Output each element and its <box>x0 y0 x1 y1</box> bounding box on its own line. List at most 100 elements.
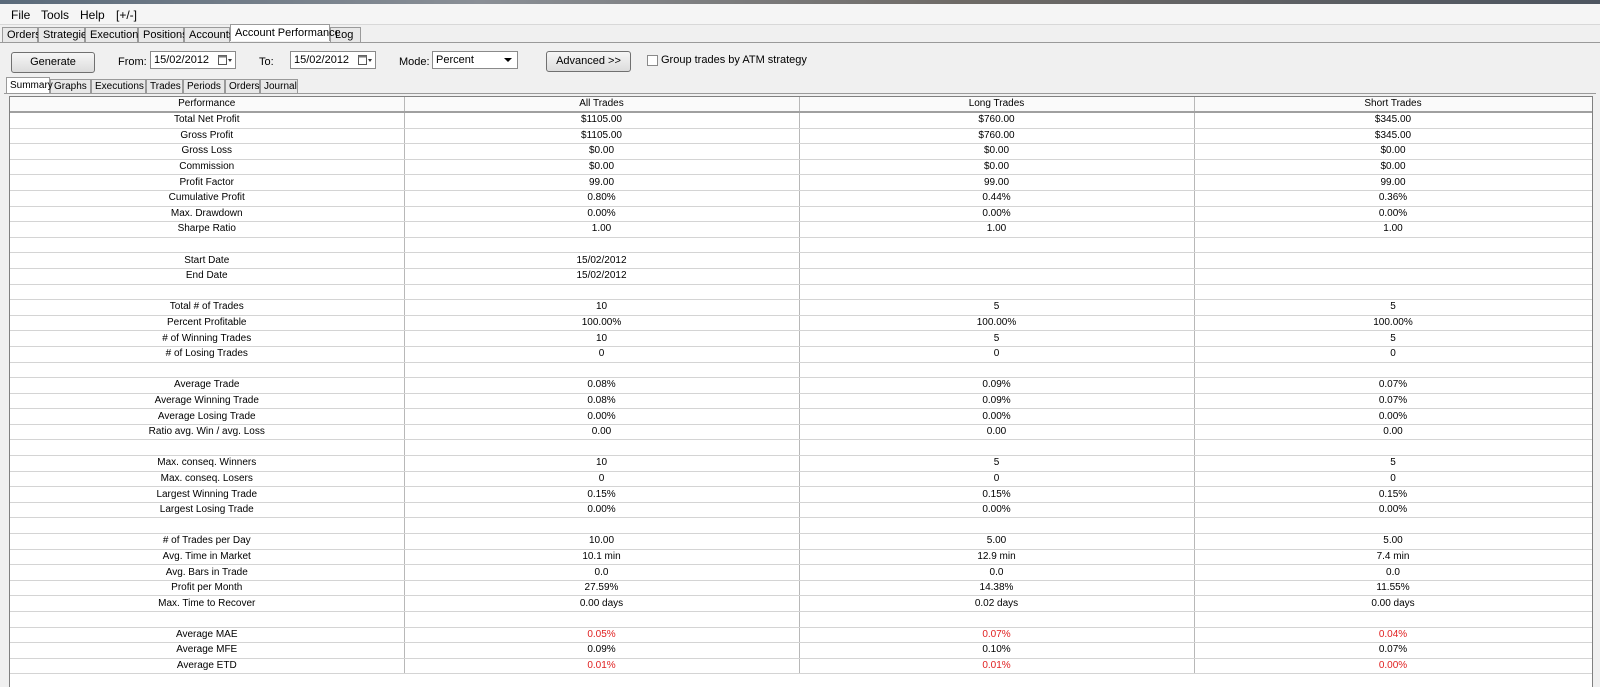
column-header-long-trades[interactable]: Long Trades <box>799 97 1195 113</box>
tab-trades[interactable]: Trades <box>146 79 183 93</box>
tab-periods[interactable]: Periods <box>183 79 225 93</box>
group-trades-checkbox[interactable] <box>647 55 658 66</box>
mode-select[interactable]: Percent <box>432 51 518 69</box>
tab-account-performance[interactable]: Account Performance <box>230 24 341 41</box>
table-row[interactable]: Max. conseq. Winners 10 5 5 <box>10 455 1592 472</box>
tab-accounts[interactable]: Accounts <box>184 27 234 42</box>
tab-executions[interactable]: Executions <box>85 27 144 42</box>
table-row[interactable]: # of Winning Trades 10 5 5 <box>10 330 1592 347</box>
short-trades-cell: 99.00 <box>1194 174 1592 191</box>
long-trades-cell: 5 <box>799 330 1195 347</box>
all-trades-cell: 27.59% <box>404 580 800 597</box>
calendar-dropdown-icon[interactable] <box>218 54 232 66</box>
long-trades-cell: 0.0 <box>799 564 1195 581</box>
tab-graphs[interactable]: Graphs <box>50 79 91 93</box>
table-spacer-row[interactable] <box>10 517 1592 535</box>
table-row[interactable]: Largest Losing Trade 0.00% 0.00% 0.00% <box>10 502 1592 519</box>
short-trades-cell: 0.00% <box>1194 408 1592 425</box>
all-trades-cell: 0.0 <box>404 564 800 581</box>
table-spacer-row[interactable] <box>10 284 1592 301</box>
metric-name-cell <box>10 284 405 301</box>
tab-journal[interactable]: Journal <box>260 79 298 93</box>
table-row[interactable]: Ratio avg. Win / avg. Loss 0.00 0.00 0.00 <box>10 424 1592 441</box>
to-date-picker[interactable]: 15/02/2012 <box>290 51 376 69</box>
table-row[interactable]: Avg. Bars in Trade 0.0 0.0 0.0 <box>10 564 1592 581</box>
long-trades-cell: 0.00% <box>799 206 1195 223</box>
tab-positions[interactable]: Positions <box>138 27 188 42</box>
tab-summary[interactable]: Summary <box>6 77 53 93</box>
from-date-picker[interactable]: 15/02/2012 <box>150 51 236 69</box>
metric-name-cell: Total # of Trades <box>10 299 405 316</box>
all-trades-cell: 15/02/2012 <box>404 268 800 285</box>
metric-name-cell: Gross Profit <box>10 128 405 145</box>
table-row[interactable]: Total Net Profit $1105.00 $760.00 $345.00 <box>10 112 1592 129</box>
table-row[interactable]: Average MFE 0.09% 0.10% 0.07% <box>10 642 1592 659</box>
tab-executions-sub[interactable]: Executions <box>91 79 146 93</box>
short-trades-cell: 0.36% <box>1194 190 1592 207</box>
table-row[interactable]: # of Trades per Day 10.00 5.00 5.00 <box>10 533 1592 550</box>
short-trades-cell: 5 <box>1194 299 1592 316</box>
all-trades-cell <box>404 362 800 379</box>
table-spacer-row[interactable] <box>10 611 1592 628</box>
generate-button[interactable]: Generate <box>11 52 95 73</box>
table-row[interactable]: Average ETD 0.01% 0.01% 0.00% <box>10 658 1592 675</box>
long-trades-cell <box>799 237 1195 254</box>
table-row[interactable]: Gross Profit $1105.00 $760.00 $345.00 <box>10 128 1592 145</box>
table-row[interactable]: Max. conseq. Losers 0 0 0 <box>10 471 1592 488</box>
table-row[interactable]: Max. Time to Recover 0.00 days 0.02 days 0.… <box>10 595 1592 612</box>
long-trades-cell: 12.9 min <box>799 549 1195 566</box>
column-header-all-trades[interactable]: All Trades <box>404 97 800 113</box>
table-header-row: Performance All Trades Long Trades Short… <box>10 97 1592 113</box>
table-row[interactable]: Largest Winning Trade 0.15% 0.15% 0.15% <box>10 486 1592 503</box>
tab-strategies[interactable]: Strategies <box>38 27 93 42</box>
all-trades-cell: 0.01% <box>404 658 800 675</box>
menu-tools[interactable]: Tools <box>41 8 69 22</box>
table-row[interactable]: Commission $0.00 $0.00 $0.00 <box>10 159 1592 176</box>
short-trades-cell: 0.00 <box>1194 424 1592 441</box>
metric-name-cell: Average Trade <box>10 377 405 394</box>
column-header-short-trades[interactable]: Short Trades <box>1194 97 1592 113</box>
table-row[interactable]: Gross Loss $0.00 $0.00 $0.00 <box>10 143 1592 160</box>
menu-expand-toggle[interactable]: [+/-] <box>116 8 137 22</box>
table-row[interactable]: Sharpe Ratio 1.00 1.00 1.00 <box>10 221 1592 238</box>
table-row[interactable]: Start Date 15/02/2012 <box>10 252 1592 269</box>
table-row[interactable]: Average Losing Trade 0.00% 0.00% 0.00% <box>10 408 1592 425</box>
table-spacer-row[interactable] <box>10 362 1592 379</box>
table-row[interactable]: Percent Profitable 100.00% 100.00% 100.00% <box>10 315 1592 332</box>
metric-name-cell: Largest Losing Trade <box>10 502 405 519</box>
menu-help[interactable]: Help <box>80 8 105 22</box>
metric-name-cell: Ratio avg. Win / avg. Loss <box>10 424 405 441</box>
table-row[interactable]: Average MAE 0.05% 0.07% 0.04% <box>10 627 1592 644</box>
table-row[interactable]: Profit per Month 27.59% 14.38% 11.55% <box>10 580 1592 597</box>
all-trades-cell: 0.00% <box>404 502 800 519</box>
metric-name-cell: Profit Factor <box>10 174 405 191</box>
table-spacer-row[interactable] <box>10 237 1592 254</box>
table-row[interactable]: Avg. Time in Market 10.1 min 12.9 min 7.4 m… <box>10 549 1592 566</box>
advanced-button[interactable]: Advanced >> <box>546 51 631 72</box>
all-trades-cell: 99.00 <box>404 174 800 191</box>
column-header-performance[interactable]: Performance <box>10 97 405 113</box>
table-row[interactable]: Cumulative Profit 0.80% 0.44% 0.36% <box>10 190 1592 207</box>
table-row[interactable]: Profit Factor 99.00 99.00 99.00 <box>10 174 1592 191</box>
table-spacer-row[interactable] <box>10 439 1592 457</box>
table-row[interactable]: Max. Drawdown 0.00% 0.00% 0.00% <box>10 206 1592 223</box>
sub-tab-strip: Summary Graphs Executions Trades Periods… <box>4 77 1596 94</box>
all-trades-cell: 0.00% <box>404 206 800 223</box>
calendar-dropdown-icon[interactable] <box>358 54 372 66</box>
long-trades-cell: 0.01% <box>799 658 1195 675</box>
table-row[interactable]: Total # of Trades 10 5 5 <box>10 299 1592 316</box>
long-trades-cell: 99.00 <box>799 174 1195 191</box>
table-row[interactable]: Average Winning Trade 0.08% 0.09% 0.07% <box>10 393 1592 410</box>
tab-orders-sub[interactable]: Orders <box>225 79 260 93</box>
table-row[interactable]: End Date 15/02/2012 <box>10 268 1592 285</box>
all-trades-cell <box>404 237 800 254</box>
menu-file[interactable]: File <box>11 8 30 22</box>
all-trades-cell: 0.08% <box>404 377 800 394</box>
metric-name-cell: Max. conseq. Losers <box>10 471 405 488</box>
table-row[interactable]: # of Losing Trades 0 0 0 <box>10 346 1592 363</box>
long-trades-cell: 0.15% <box>799 486 1195 503</box>
table-row[interactable]: Average Trade 0.08% 0.09% 0.07% <box>10 377 1592 394</box>
tab-orders[interactable]: Orders <box>2 27 41 42</box>
chevron-down-icon <box>504 58 512 62</box>
short-trades-cell: $345.00 <box>1194 128 1592 145</box>
